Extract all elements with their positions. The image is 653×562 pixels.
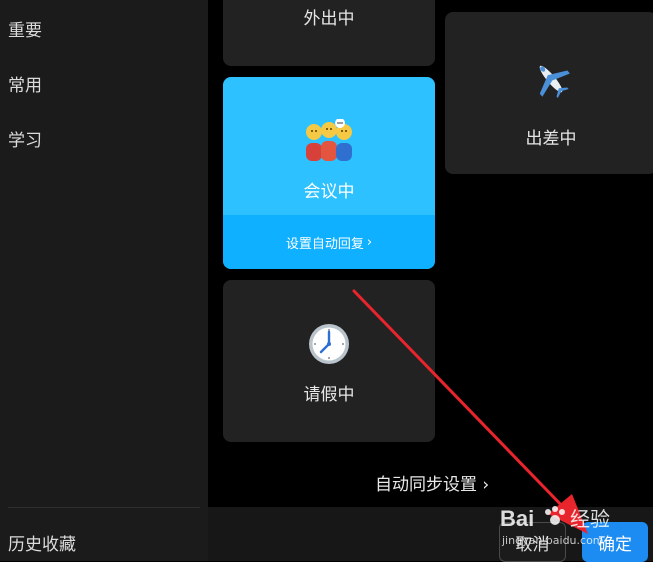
status-card-label: 会议中 bbox=[303, 182, 355, 202]
clock-icon bbox=[223, 322, 435, 366]
status-card-out[interactable]: 外出中 bbox=[223, 0, 435, 66]
status-card-label: 请假中 bbox=[303, 385, 355, 405]
auto-reply-label: 设置自动回复 bbox=[285, 236, 364, 252]
sidebar-item-history-favorites[interactable]: 历史收藏 bbox=[8, 530, 76, 555]
airplane-icon bbox=[445, 58, 653, 100]
chevron-right-icon: › bbox=[477, 475, 490, 495]
status-card-meeting[interactable]: 会议中 设置自动回复 › bbox=[223, 77, 435, 269]
auto-sync-settings-link[interactable]: 自动同步设置 › bbox=[375, 470, 489, 495]
sidebar: 重要 常用 学习 历史收藏 bbox=[0, 0, 208, 561]
chevron-right-icon: › bbox=[366, 234, 373, 250]
sidebar-item-study[interactable]: 学习 bbox=[8, 126, 42, 151]
people-meeting-icon bbox=[223, 119, 435, 165]
sidebar-divider bbox=[8, 507, 200, 508]
auto-sync-settings-label: 自动同步设置 bbox=[375, 475, 477, 495]
cancel-button[interactable]: 取消 bbox=[499, 522, 566, 562]
confirm-button[interactable]: 确定 bbox=[582, 522, 648, 562]
status-card-leave[interactable]: 请假中 bbox=[223, 280, 435, 442]
status-card-business-trip[interactable]: 出差中 bbox=[445, 12, 653, 174]
status-card-label: 外出中 bbox=[303, 9, 355, 29]
status-card-label: 出差中 bbox=[525, 129, 577, 149]
sidebar-item-important[interactable]: 重要 bbox=[8, 16, 42, 41]
sidebar-item-common[interactable]: 常用 bbox=[8, 71, 42, 96]
auto-reply-link[interactable]: 设置自动回复 › bbox=[223, 215, 435, 269]
